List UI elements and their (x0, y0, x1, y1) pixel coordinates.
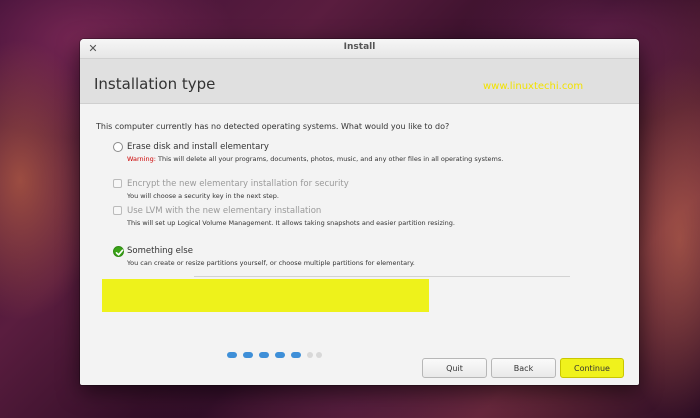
something-else-highlight (102, 279, 429, 312)
page-title: Installation type (94, 75, 216, 93)
encrypt-label: Encrypt the new elementary installation … (127, 179, 349, 189)
progress-dot-pending (316, 352, 322, 358)
continue-button[interactable]: Continue (560, 358, 624, 378)
lvm-checkbox[interactable] (113, 206, 122, 215)
lvm-description: This will set up Logical Volume Manageme… (127, 219, 455, 227)
lvm-label: Use LVM with the new elementary installa… (127, 206, 322, 216)
erase-disk-radio[interactable] (113, 142, 123, 152)
erase-disk-warning-text: This will delete all your programs, docu… (158, 155, 504, 163)
window-title: Install (343, 42, 376, 52)
warning-label: Warning: (127, 155, 156, 163)
encrypt-checkbox[interactable] (113, 179, 122, 188)
page-header: Installation type www.linuxtechi.com (80, 59, 639, 104)
something-else-radio[interactable] (113, 246, 124, 257)
progress-dot-complete (291, 352, 301, 358)
installation-question: This computer currently has no detected … (96, 122, 450, 131)
progress-dot-complete (243, 352, 253, 358)
something-else-description: You can create or resize partitions your… (127, 259, 415, 267)
progress-dot-complete (227, 352, 237, 358)
progress-dot-pending (307, 352, 313, 358)
quit-button[interactable]: Quit (422, 358, 487, 378)
back-button[interactable]: Back (491, 358, 556, 378)
progress-dot-complete (275, 352, 285, 358)
options-separator (194, 276, 570, 277)
progress-dot-complete (259, 352, 269, 358)
something-else-label: Something else (127, 246, 193, 256)
content-area: This computer currently has no detected … (80, 104, 639, 385)
erase-disk-label: Erase disk and install elementary (127, 142, 269, 152)
erase-disk-description: Warning: This will delete all your progr… (127, 155, 503, 163)
installer-window: ✕ Install Installation type www.linuxtec… (80, 39, 639, 385)
title-bar: ✕ Install (80, 39, 639, 59)
watermark-text: www.linuxtechi.com (483, 81, 584, 92)
checkmark-icon (115, 249, 124, 256)
encrypt-description: You will choose a security key in the ne… (127, 192, 279, 200)
